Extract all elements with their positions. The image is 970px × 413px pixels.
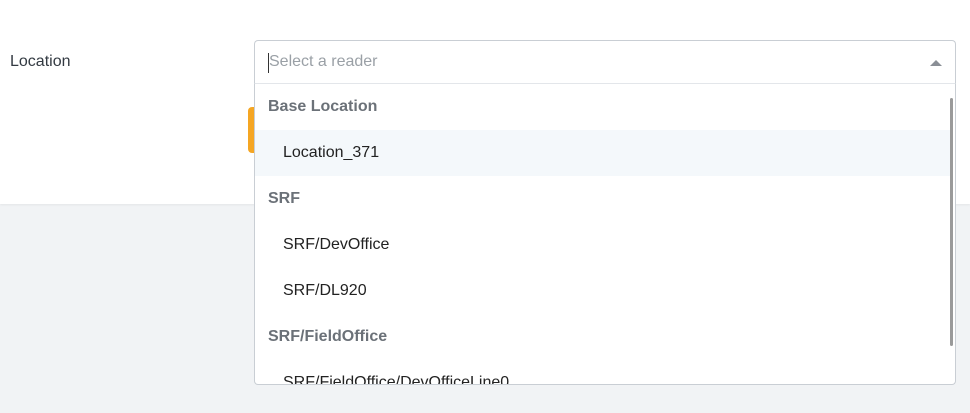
option-srf-devoffice[interactable]: SRF/DevOffice <box>255 222 951 268</box>
group-header-srf: SRF <box>268 190 300 207</box>
group-header-base-location: Base Location <box>268 98 378 115</box>
caret-up-icon[interactable] <box>930 60 942 66</box>
option-location-371[interactable]: Location_371 <box>255 130 951 176</box>
reader-dropdown: Base Location Location_371 SRF SRF/DevOf… <box>254 84 956 385</box>
dropdown-scrollbar[interactable] <box>950 98 953 346</box>
location-label: Location <box>10 53 71 70</box>
reader-search-input[interactable] <box>269 41 909 83</box>
option-srf-dl920[interactable]: SRF/DL920 <box>255 268 951 314</box>
option-srf-fieldoffice-devofficeline0[interactable]: SRF/FieldOffice/DevOfficeLine0 <box>255 360 951 384</box>
group-header-srf-fieldoffice: SRF/FieldOffice <box>268 328 388 345</box>
dropdown-list: Base Location Location_371 SRF SRF/DevOf… <box>255 84 951 384</box>
reader-select[interactable] <box>254 40 956 84</box>
